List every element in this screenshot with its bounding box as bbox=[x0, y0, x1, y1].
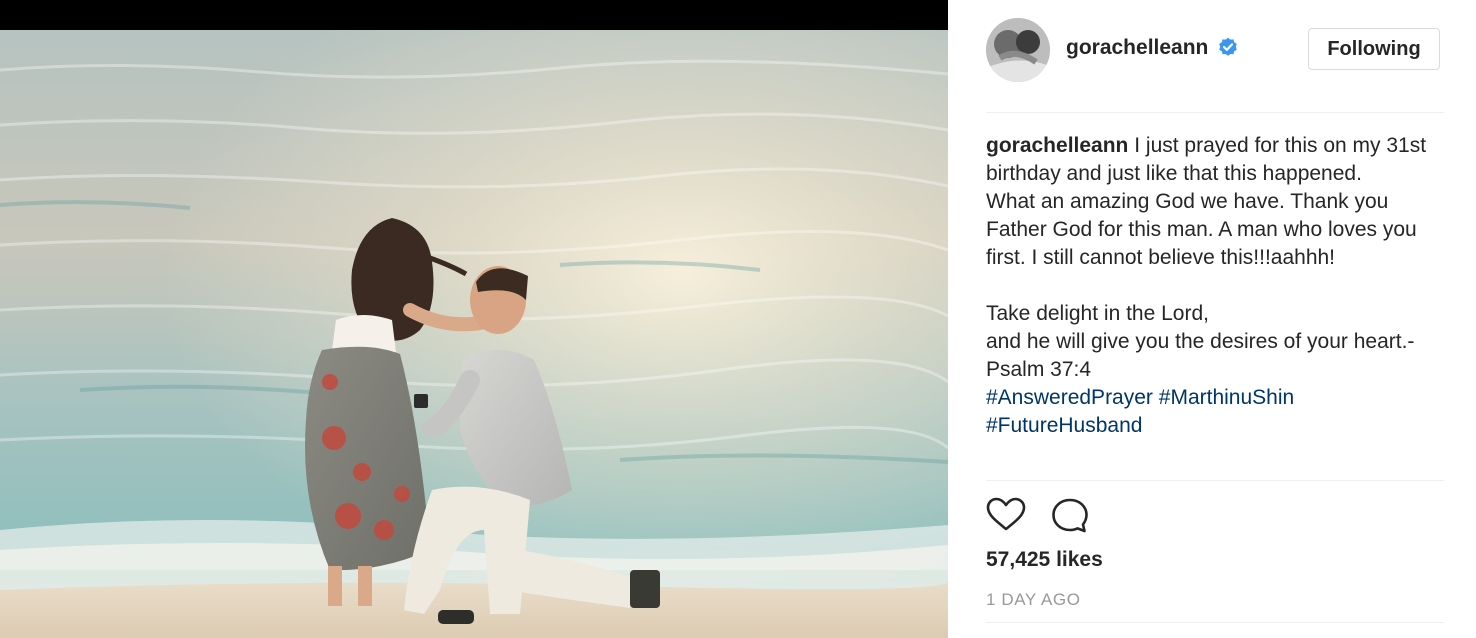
post-photo[interactable] bbox=[0, 30, 948, 638]
post-header: gorachelleann Following bbox=[986, 18, 1444, 82]
caption-hashtags: #AnsweredPrayer #MarthinuShin #FutureHus… bbox=[986, 384, 1444, 440]
footer-divider bbox=[986, 622, 1444, 623]
username-text[interactable]: gorachelleann bbox=[1066, 36, 1208, 59]
verified-badge-icon bbox=[1218, 37, 1240, 57]
post-actions bbox=[986, 496, 1186, 536]
hashtag-link[interactable]: #FutureHusband bbox=[986, 414, 1142, 437]
caption-paragraph-2: What an amazing God we have. Thank you F… bbox=[986, 190, 1417, 269]
header-divider bbox=[986, 112, 1444, 113]
likes-count[interactable]: 57,425 likes bbox=[986, 548, 1103, 572]
caption-paragraph-1: gorachelleann I just prayed for this on … bbox=[986, 132, 1444, 188]
instagram-post-window: gorachelleann Following gorachelleann I … bbox=[0, 0, 1476, 638]
caption-divider bbox=[986, 480, 1444, 481]
post-caption: gorachelleann I just prayed for this on … bbox=[986, 132, 1444, 440]
avatar[interactable] bbox=[986, 18, 1050, 82]
caption-paragraph-3: Take delight in the Lord, bbox=[986, 302, 1209, 325]
post-timestamp[interactable]: 1 DAY AGO bbox=[986, 590, 1081, 610]
hashtag-link[interactable]: #MarthinuShin bbox=[1159, 386, 1294, 409]
comment-bubble-icon[interactable] bbox=[1050, 496, 1090, 536]
post-username[interactable]: gorachelleann bbox=[1066, 36, 1240, 60]
caption-paragraph-4: and he will give you the desires of your… bbox=[986, 330, 1415, 381]
heart-outline-icon[interactable] bbox=[986, 496, 1026, 536]
following-button[interactable]: Following bbox=[1308, 28, 1440, 70]
post-details-panel: gorachelleann Following gorachelleann I … bbox=[948, 0, 1476, 638]
hashtag-link[interactable]: #AnsweredPrayer bbox=[986, 386, 1153, 409]
caption-username-link[interactable]: gorachelleann bbox=[986, 134, 1128, 157]
post-media bbox=[0, 0, 948, 638]
